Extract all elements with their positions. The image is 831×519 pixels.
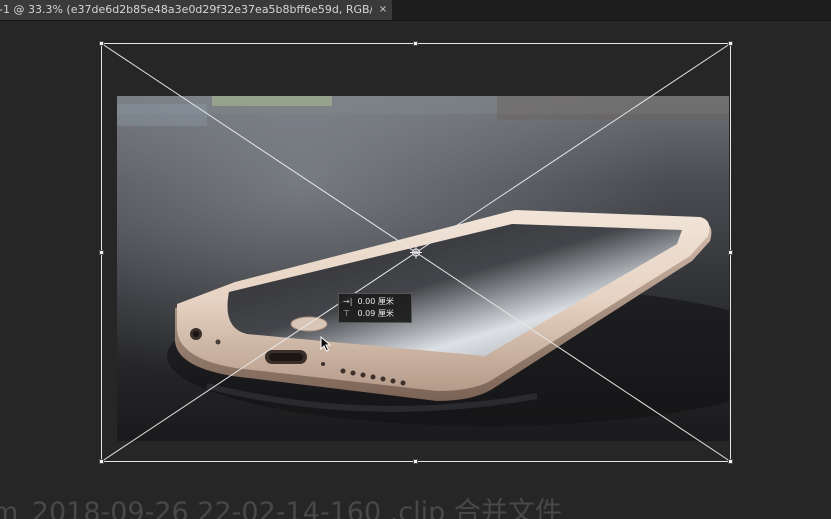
transform-tooltip: →| 0.00 厘米 ⊤ 0.09 厘米 bbox=[338, 293, 412, 323]
arrow-cursor-icon bbox=[320, 336, 332, 352]
handle-bottom-left[interactable] bbox=[99, 459, 104, 464]
document-tab-title: 题-1 @ 33.3% (e37de6d2b85e48a3e0d29f32e37… bbox=[0, 3, 372, 16]
horizontal-offset-value: 0.00 厘米 bbox=[357, 297, 394, 306]
vertical-offset-value: 0.09 厘米 bbox=[357, 309, 394, 318]
handle-bottom-center[interactable] bbox=[413, 459, 418, 464]
document-canvas[interactable] bbox=[117, 96, 729, 441]
tooltip-vertical-row: ⊤ 0.09 厘米 bbox=[343, 308, 407, 320]
canvas-workspace[interactable]: →| 0.00 厘米 ⊤ 0.09 厘米 m_2018-09-26 22-02-… bbox=[0, 21, 831, 519]
photoshop-window: 题-1 @ 33.3% (e37de6d2b85e48a3e0d29f32e37… bbox=[0, 0, 831, 519]
handle-bottom-right[interactable] bbox=[728, 459, 733, 464]
document-tab[interactable]: 题-1 @ 33.3% (e37de6d2b85e48a3e0d29f32e37… bbox=[0, 0, 392, 20]
handle-top-left[interactable] bbox=[99, 41, 104, 46]
handle-top-right[interactable] bbox=[728, 41, 733, 46]
handle-top-center[interactable] bbox=[413, 41, 418, 46]
tooltip-horizontal-row: →| 0.00 厘米 bbox=[343, 296, 407, 308]
phone-photo bbox=[117, 96, 729, 441]
handle-middle-right[interactable] bbox=[728, 250, 733, 255]
close-icon[interactable]: × bbox=[377, 0, 389, 20]
document-tab-bar: 题-1 @ 33.3% (e37de6d2b85e48a3e0d29f32e37… bbox=[0, 0, 831, 21]
watermark-text: m_2018-09-26 22-02-14-160 .clip 合并文件 bbox=[0, 497, 562, 519]
vertical-offset-icon: ⊤ bbox=[343, 309, 350, 318]
handle-middle-left[interactable] bbox=[99, 250, 104, 255]
horizontal-offset-icon: →| bbox=[343, 297, 353, 306]
